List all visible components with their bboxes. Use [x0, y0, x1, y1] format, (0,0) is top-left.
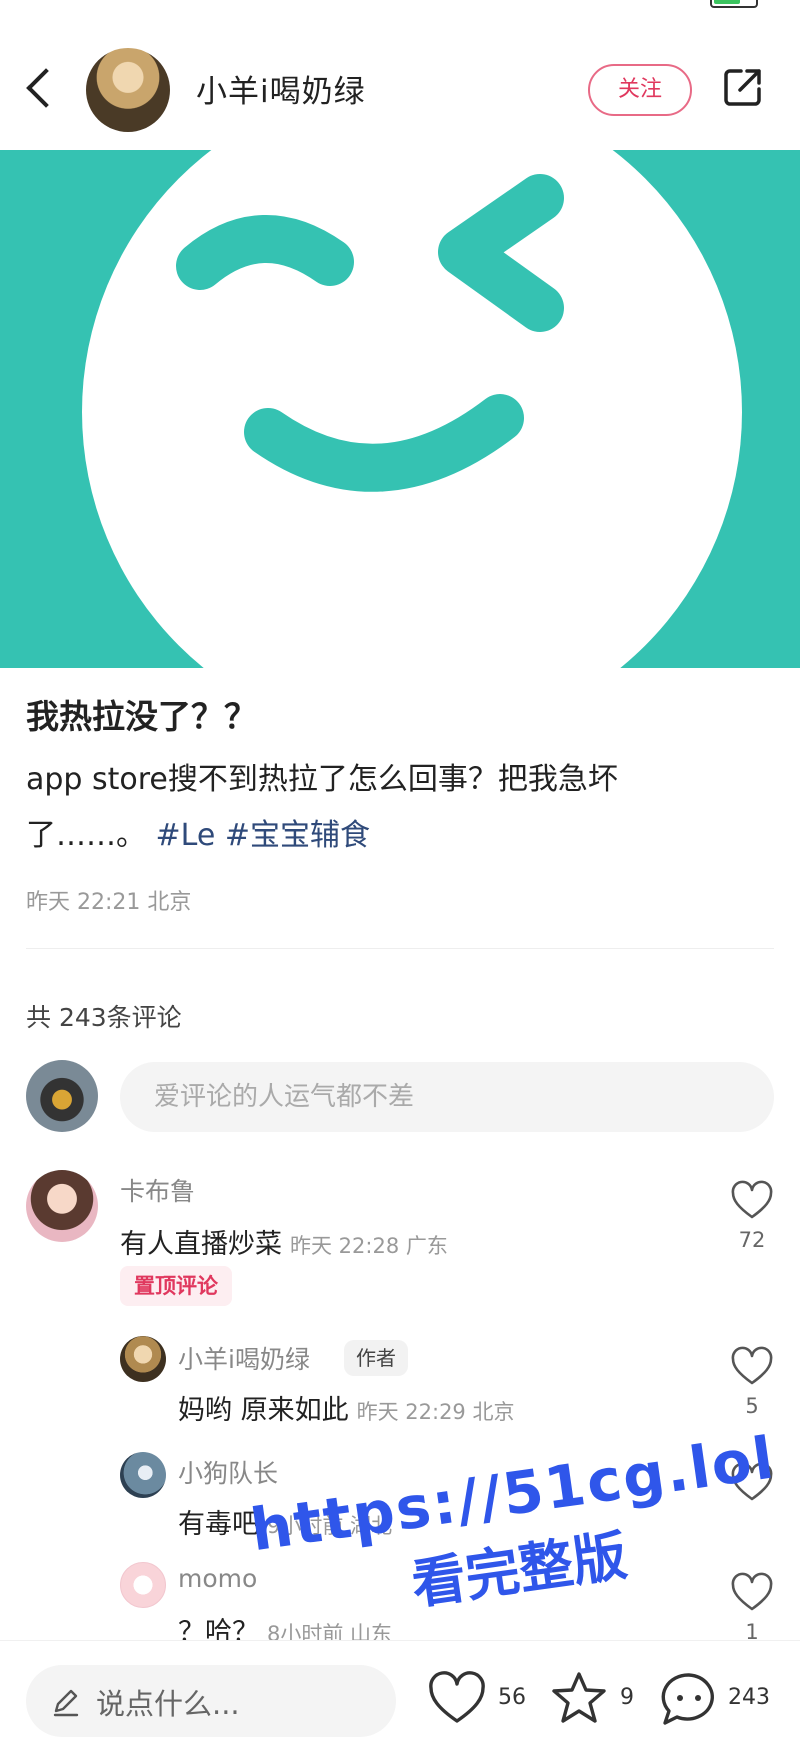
comment-text: 有人直播炒菜 昨天 22:28 广东	[120, 1222, 448, 1261]
comment-body: 有毒吧	[178, 1509, 259, 1540]
comment-text: 妈哟 原来如此 昨天 22:29 北京	[178, 1388, 514, 1427]
heart-icon	[731, 1180, 773, 1219]
comment-meta: 昨天 22:29 北京	[356, 1400, 515, 1424]
comment-like-button[interactable]: 5	[722, 1346, 782, 1418]
post-title: 我热拉没了？？	[26, 697, 257, 736]
heart-icon	[731, 1572, 773, 1611]
author-name[interactable]: 小羊i喝奶绿	[196, 66, 366, 111]
heart-icon	[429, 1671, 485, 1723]
share-icon[interactable]	[722, 66, 764, 108]
comment-count: 共 243条评论	[26, 1003, 182, 1032]
my-avatar	[26, 1060, 98, 1132]
comment-author[interactable]: 小羊i喝奶绿	[178, 1340, 310, 1376]
star-icon	[552, 1672, 606, 1723]
watermark: https://51cg.lol 看完整版	[246, 1423, 781, 1641]
heart-icon	[731, 1346, 773, 1385]
bottom-comment-input[interactable]: 说点什么...	[26, 1665, 396, 1737]
favorite-button[interactable]: 9	[550, 1671, 640, 1731]
pinned-badge: 置顶评论	[120, 1266, 232, 1306]
comment-input[interactable]: 爱评论的人运气都不差	[120, 1062, 774, 1132]
bottom-action-bar: 说点什么... 56 9 243	[0, 1640, 800, 1748]
back-arrow-icon[interactable]	[22, 66, 58, 112]
favorite-count: 9	[620, 1685, 634, 1710]
comment-button[interactable]: 243	[660, 1671, 780, 1731]
avatar[interactable]	[26, 1170, 98, 1242]
pen-icon	[53, 1689, 79, 1717]
comment-body: 妈哟 原来如此	[178, 1395, 349, 1426]
like-count: 56	[498, 1685, 526, 1710]
avatar[interactable]	[120, 1336, 166, 1382]
comment-like-button[interactable]: 1	[722, 1572, 782, 1644]
post-body-line2: 了……。	[26, 818, 146, 853]
status-bar	[0, 0, 800, 10]
avatar[interactable]	[120, 1562, 166, 1608]
bottom-input-placeholder: 说点什么...	[96, 1687, 240, 1721]
post-body-line1: app store搜不到热拉了怎么回事？把我急坏	[26, 762, 618, 797]
post-body: app store搜不到热拉了怎么回事？把我急坏 了……。 #Le #宝宝辅食	[26, 752, 776, 864]
divider	[26, 948, 774, 949]
comment-bubble-icon	[661, 1673, 714, 1725]
comment-count-bottom: 243	[728, 1685, 770, 1710]
like-button[interactable]: 56	[428, 1671, 528, 1731]
avatar[interactable]	[120, 1452, 166, 1498]
author-badge: 作者	[344, 1340, 408, 1376]
comment-author[interactable]: 卡布鲁	[120, 1172, 195, 1208]
wink-face-logo	[82, 150, 742, 668]
comment-author[interactable]: 小狗队长	[178, 1454, 278, 1490]
hashtag-le[interactable]: #Le	[156, 818, 216, 853]
battery-icon	[710, 0, 758, 8]
post-header: 小羊i喝奶绿 关注	[0, 30, 800, 146]
post-image[interactable]	[0, 150, 800, 668]
follow-button[interactable]: 关注	[588, 64, 692, 116]
author-avatar[interactable]	[86, 48, 170, 132]
like-count: 5	[745, 1394, 759, 1418]
comment-like-button[interactable]: 72	[722, 1180, 782, 1252]
comment-body: 有人直播炒菜	[120, 1229, 282, 1260]
comment-meta: 昨天 22:28 广东	[290, 1234, 448, 1258]
comment-author[interactable]: momo	[178, 1564, 257, 1593]
like-count: 72	[738, 1228, 766, 1252]
hashtag-baby-food[interactable]: #宝宝辅食	[225, 818, 370, 853]
post-meta: 昨天 22:21 北京	[26, 890, 192, 915]
